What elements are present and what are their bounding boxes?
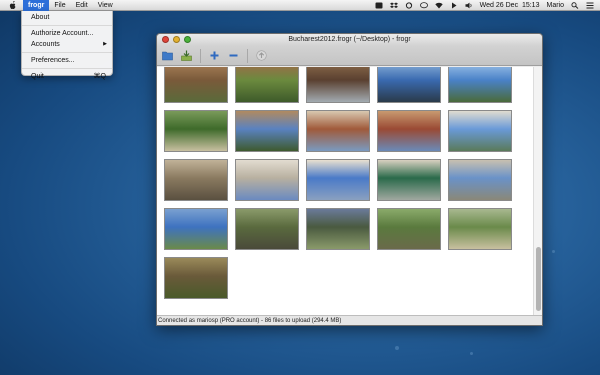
photo-green-car[interactable]	[377, 208, 441, 250]
photo-red-brick-building[interactable]	[306, 110, 370, 152]
photo-stone-arcade[interactable]	[164, 159, 228, 201]
remove-picture-icon	[229, 54, 238, 57]
menu-separator	[22, 68, 112, 69]
menu-item-accounts-label: Accounts	[31, 41, 60, 48]
photo-monastery[interactable]	[235, 110, 299, 152]
vertical-scrollbar[interactable]	[533, 67, 542, 317]
open-project-icon	[162, 51, 173, 61]
toolbar-separator	[247, 48, 248, 63]
photo-grid	[157, 67, 533, 317]
menu-item-authorize-account[interactable]: Authorize Account...	[22, 28, 112, 39]
photo-palace-reflection[interactable]	[448, 110, 512, 152]
window-titlebar[interactable]: Bucharest2012.frogr (~/Desktop) - frogr	[157, 34, 542, 46]
photo-columned-hall[interactable]	[235, 159, 299, 201]
window-controls	[162, 36, 191, 43]
remove-picture-button[interactable]	[226, 48, 241, 63]
wallpaper-light-dot	[470, 352, 473, 355]
toolbar-separator	[200, 48, 201, 63]
chat-bubble-icon[interactable]	[419, 2, 428, 9]
photo-park-fountain[interactable]	[164, 110, 228, 152]
photo-blue-office-block[interactable]	[164, 208, 228, 250]
menu-item-quit[interactable]: Quit ⌘Q	[22, 71, 112, 82]
photo-wooden-house[interactable]	[164, 67, 228, 103]
menu-frogr[interactable]: frogr	[23, 0, 50, 11]
status-bar: Connected as mariosp (PRO account) - 86 …	[157, 315, 542, 325]
photo-church-porch[interactable]	[306, 67, 370, 103]
submenu-arrow-icon: ▶	[103, 41, 107, 47]
wallpaper-light-dot	[395, 346, 399, 350]
menu-separator	[22, 25, 112, 26]
sync-icon[interactable]	[405, 2, 413, 9]
photo-grid-area	[157, 67, 542, 317]
add-picture-icon	[210, 51, 219, 60]
scrollbar-thumb[interactable]	[536, 247, 541, 311]
status-area: Wed 26 Dec 15:13 Mario	[375, 0, 594, 11]
menubar-clock[interactable]: Wed 26 Dec 15:13	[480, 2, 540, 9]
zoom-window-button[interactable]	[184, 36, 191, 43]
menu-item-about[interactable]: About	[22, 12, 112, 23]
minimize-window-button[interactable]	[173, 36, 180, 43]
open-project-button[interactable]	[160, 48, 175, 63]
menubar-user[interactable]: Mario	[546, 2, 564, 9]
photo-lake-skyline[interactable]	[377, 67, 441, 103]
photo-blue-car[interactable]	[306, 208, 370, 250]
menu-item-quit-shortcut: ⌘Q	[93, 73, 106, 80]
spotlight-icon[interactable]	[571, 2, 579, 9]
photo-garden-pavilion[interactable]	[235, 67, 299, 103]
upload-button[interactable]	[254, 48, 269, 63]
frogr-app-menu: About Authorize Account... Accounts ▶ Pr…	[21, 11, 113, 80]
close-window-button[interactable]	[162, 36, 169, 43]
frogr-status-icon[interactable]	[375, 2, 383, 9]
apple-menu-icon[interactable]	[8, 1, 17, 10]
wallpaper-light-dot	[552, 250, 555, 253]
menu-item-accounts[interactable]: Accounts ▶	[22, 39, 112, 50]
menu-item-preferences[interactable]: Preferences...	[22, 55, 112, 66]
menu-separator	[22, 52, 112, 53]
menu-bar: frogr File Edit View Wed 26 Dec 15:13 Ma…	[0, 0, 600, 11]
window-toolbar	[157, 46, 542, 66]
menu-file[interactable]: File	[49, 0, 70, 11]
window-title: Bucharest2012.frogr (~/Desktop) - frogr	[288, 36, 411, 43]
menu-item-quit-label: Quit	[31, 73, 44, 80]
notification-list-icon[interactable]	[586, 2, 594, 9]
play-icon[interactable]	[450, 2, 458, 9]
photo-old-car-yard[interactable]	[235, 208, 299, 250]
photo-parliament-palace[interactable]	[448, 159, 512, 201]
photo-ornate-facade[interactable]	[377, 110, 441, 152]
frogr-window: Bucharest2012.frogr (~/Desktop) - frogr …	[156, 33, 543, 326]
photo-railway-tracks[interactable]	[164, 257, 228, 299]
photo-statue-bust[interactable]	[448, 67, 512, 103]
menu-edit[interactable]: Edit	[71, 0, 93, 11]
save-project-button[interactable]	[179, 48, 194, 63]
volume-icon[interactable]	[465, 2, 473, 9]
photo-green-sign[interactable]	[377, 159, 441, 201]
wifi-icon[interactable]	[434, 2, 443, 9]
add-picture-button[interactable]	[207, 48, 222, 63]
photo-tree-lined-road[interactable]	[448, 208, 512, 250]
save-project-icon	[181, 50, 192, 61]
dropbox-icon[interactable]	[389, 2, 398, 9]
upload-icon	[256, 50, 267, 61]
photo-grand-hotel[interactable]	[306, 159, 370, 201]
menu-view[interactable]: View	[93, 0, 118, 11]
